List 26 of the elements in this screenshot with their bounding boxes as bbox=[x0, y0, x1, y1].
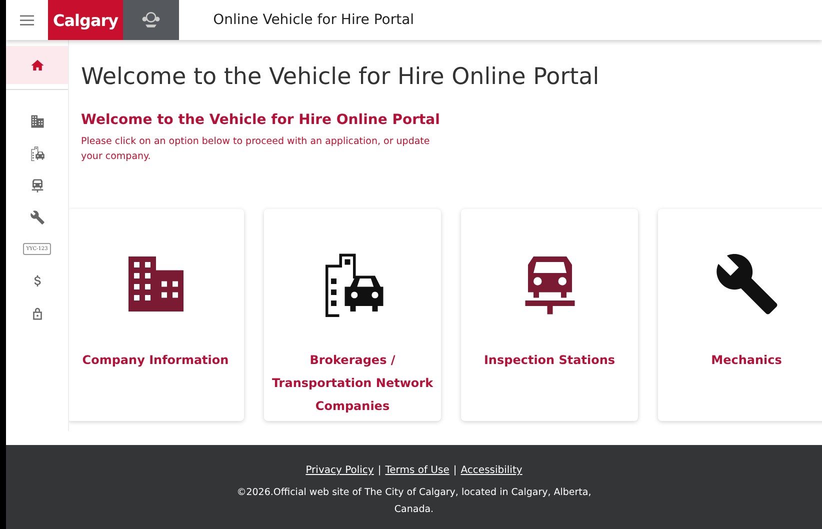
option-card[interactable]: Brokerages / Transportation Network Companies bbox=[264, 209, 441, 421]
link-separator: | bbox=[453, 465, 457, 476]
building-car-icon bbox=[30, 146, 44, 160]
option-card[interactable]: Company Information bbox=[69, 209, 244, 421]
home-nav-item[interactable] bbox=[6, 46, 68, 84]
footer-link[interactable]: Privacy Policy bbox=[306, 465, 374, 476]
option-card[interactable]: Mechanics bbox=[658, 209, 822, 421]
copyright-text: ©2026.Official web site of The City of Calgary, located in Calgary, Alberta, Canada. bbox=[236, 486, 592, 517]
home-icon bbox=[30, 58, 44, 72]
card-label: Company Information bbox=[81, 352, 230, 369]
menu-icon bbox=[20, 14, 34, 26]
city-logo[interactable]: Calgary bbox=[48, 0, 124, 40]
option-card[interactable]: Inspection Stations bbox=[461, 209, 638, 421]
page-heading: Welcome to the Vehicle for Hire Online Portal bbox=[81, 64, 600, 90]
intro-text: Please click on an option below to proceed with an application, or update your company. bbox=[81, 135, 431, 164]
wrench-icon bbox=[30, 210, 44, 224]
footer-link[interactable]: Terms of Use bbox=[385, 465, 450, 476]
card-label: Mechanics bbox=[710, 352, 783, 369]
link-separator: | bbox=[378, 465, 382, 476]
building-icon bbox=[30, 114, 44, 128]
card-label: Inspection Stations bbox=[482, 352, 616, 369]
section-heading: Welcome to the Vehicle for Hire Online Portal bbox=[81, 112, 441, 128]
footer-link[interactable]: Accessibility bbox=[460, 465, 522, 476]
car-lift-icon bbox=[30, 178, 44, 192]
card-label: Brokerages / Transportation Network Companies bbox=[270, 352, 434, 415]
portal-title: Online Vehicle for Hire Portal bbox=[212, 11, 414, 30]
